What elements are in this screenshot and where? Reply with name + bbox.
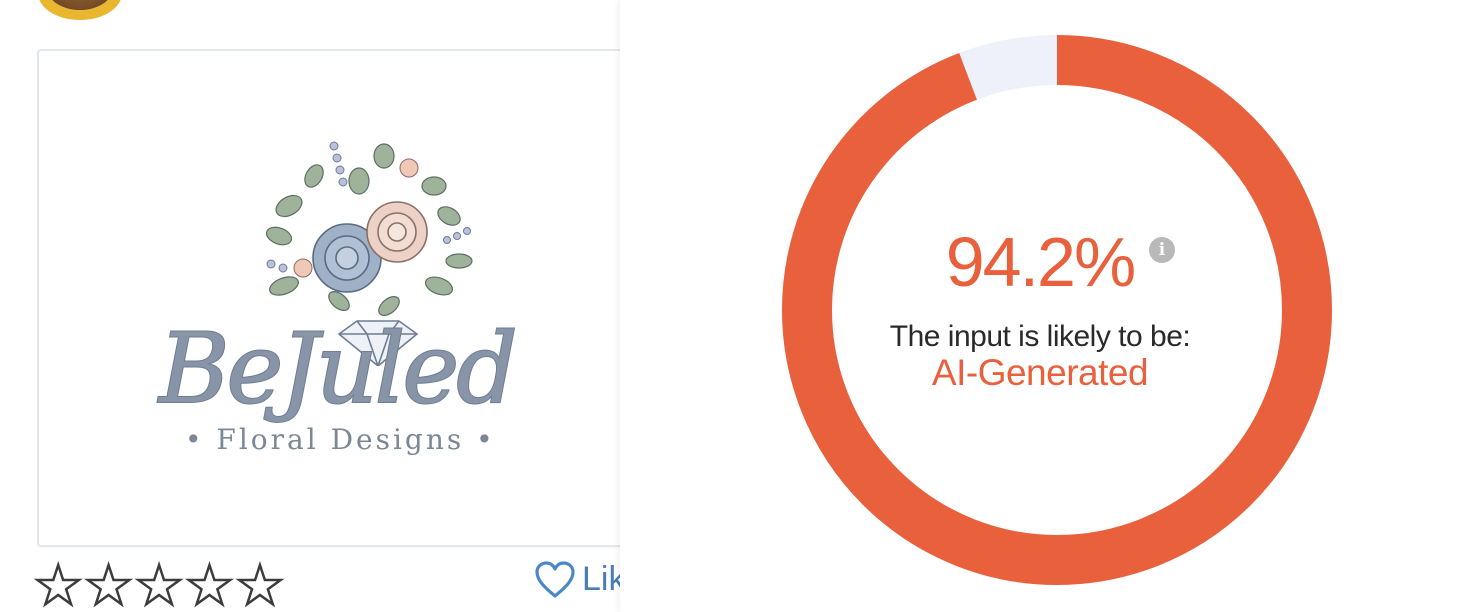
star-icon[interactable]: ★ xyxy=(184,556,235,612)
result-caption: The input is likely to be: xyxy=(889,320,1191,353)
avatar-photo xyxy=(47,0,113,10)
heart-icon xyxy=(535,560,575,598)
brand-wordmark: BeJuled xyxy=(158,312,519,426)
score-row: 94.2% xyxy=(620,222,1460,302)
like-label: Lik xyxy=(582,560,620,598)
score-percentage: 94.2% xyxy=(945,223,1136,301)
star-icon[interactable]: ★ xyxy=(134,556,185,612)
star-icon[interactable]: ★ xyxy=(234,556,285,612)
listing-page: BeJuled • Floral Designs • ★ ★ ★ ★ ★ Lik xyxy=(0,0,620,612)
result-verdict: AI-Generated xyxy=(931,352,1149,393)
like-button[interactable]: Lik xyxy=(534,560,620,599)
score-ring-fill xyxy=(782,35,1332,585)
ai-detector-panel: 94.2% i The input is likely to be: AI-Ge… xyxy=(620,0,1460,612)
info-icon[interactable]: i xyxy=(1149,237,1175,263)
star-icon[interactable]: ★ xyxy=(83,556,134,612)
seller-avatar[interactable] xyxy=(38,0,122,20)
listing-image-card[interactable]: BeJuled • Floral Designs • xyxy=(37,49,620,547)
star-icon[interactable]: ★ xyxy=(33,556,84,612)
score-donut-chart xyxy=(782,35,1332,585)
brand-subtitle: • Floral Designs • xyxy=(185,423,496,456)
rating-stars[interactable]: ★ ★ ★ ★ ★ xyxy=(33,556,286,612)
